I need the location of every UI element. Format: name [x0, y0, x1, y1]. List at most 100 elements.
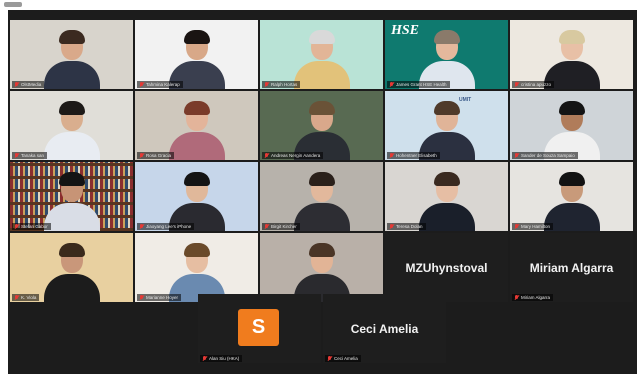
window-top-strip — [0, 0, 643, 10]
participant-name: Alan Siu (HKA) — [209, 356, 240, 361]
participant-body — [418, 203, 475, 231]
participant-tile[interactable]: Jiaoyang Lee's iPhone — [135, 162, 258, 231]
mic-muted-icon — [14, 153, 19, 158]
mic-muted-icon — [14, 295, 19, 300]
participant-body — [43, 203, 100, 231]
participant-tile[interactable]: Andreas Nergin Aandera — [260, 91, 383, 160]
participant-hair — [433, 30, 460, 44]
participant-tile[interactable]: Rosa Gracia — [135, 91, 258, 160]
participant-video-figure — [167, 29, 227, 89]
participant-hair — [183, 243, 210, 257]
participant-name: Hohentner Elisabeth — [396, 153, 437, 158]
participant-hair — [558, 101, 585, 115]
participant-video-figure — [292, 171, 352, 231]
participant-name: Teresa Dolan — [396, 224, 423, 229]
participant-display-name: MZUhynstoval — [405, 260, 488, 275]
participant-body — [43, 132, 100, 160]
participant-hair — [433, 101, 460, 115]
participant-tile[interactable]: Tanaka san — [10, 91, 133, 160]
participant-tile[interactable]: Birgit Kircher — [260, 162, 383, 231]
mic-muted-icon — [202, 356, 207, 361]
participant-video-figure — [167, 171, 227, 231]
participant-tile[interactable]: Tahmina Kalerap — [135, 20, 258, 89]
participant-name: Ceci Amelia — [334, 356, 358, 361]
participant-tile[interactable]: K. Viola — [10, 233, 133, 302]
participant-name-label: Stefan Gabor — [12, 223, 51, 230]
mic-muted-icon — [139, 153, 144, 158]
participant-name-label: Sander de Souza Sampaio — [512, 152, 578, 159]
participant-name-label: Tanaka san — [12, 152, 48, 159]
participant-name: K. Viola — [21, 295, 37, 300]
participant-tile[interactable]: cristina apuzzo — [510, 20, 633, 89]
mic-muted-icon — [264, 82, 269, 87]
participant-tile[interactable]: Marianne Hoyer — [135, 233, 258, 302]
mic-muted-icon — [514, 295, 519, 300]
participant-name: Ralph Hortas — [271, 82, 298, 87]
participant-tile[interactable]: Stefan Gabor — [10, 162, 133, 231]
participant-video-figure — [42, 242, 102, 302]
mic-muted-icon — [139, 224, 144, 229]
participant-name-label: Birgit Kircher — [262, 223, 300, 230]
participant-video-figure — [42, 29, 102, 89]
participant-body — [43, 274, 100, 302]
participant-body — [293, 203, 350, 231]
participant-tile[interactable]: Sander de Souza Sampaio — [510, 91, 633, 160]
participant-video-figure — [167, 100, 227, 160]
mic-muted-icon — [389, 224, 394, 229]
participant-name-label: Teresa Dolan — [387, 223, 426, 230]
participant-hair — [558, 172, 585, 186]
participant-video-figure — [542, 171, 602, 231]
participant-tile[interactable]: MZUhynstovalMZUhynstoval — [385, 233, 508, 302]
mic-muted-icon — [264, 153, 269, 158]
participant-hair — [308, 172, 335, 186]
participant-name: Andreas Nergin Aandera — [271, 153, 321, 158]
participant-avatar: S — [238, 309, 279, 346]
participant-name: Marianne Hoyer — [146, 295, 179, 300]
mic-muted-icon — [514, 224, 519, 229]
participant-hair — [308, 101, 335, 115]
participant-display-name: Miriam Algarra — [529, 260, 614, 275]
participant-hair — [433, 172, 460, 186]
participant-name-label: Tahmina Kalerap — [137, 81, 183, 88]
participant-hair — [183, 101, 210, 115]
participant-tile[interactable]: Ralph Hortas — [260, 20, 383, 89]
participant-tile[interactable]: HSE James Grant HSE Health — [385, 20, 508, 89]
participant-name-label: Jiaoyang Lee's iPhone — [137, 223, 195, 230]
participant-hair — [183, 30, 210, 44]
participant-hair — [308, 243, 335, 257]
participant-video-figure — [417, 171, 477, 231]
participant-body — [43, 61, 100, 89]
participant-name-label: Ralph Hortas — [262, 81, 301, 88]
mic-muted-icon — [14, 82, 19, 87]
participant-bottom-row: S Alan Siu (HKA) Ceci Amelia Ceci Amelia — [198, 294, 446, 363]
participant-body — [293, 61, 350, 89]
participant-tile[interactable]: UMIT Hohentner Elisabeth — [385, 91, 508, 160]
participant-name-label: cristina apuzzo — [512, 81, 555, 88]
participant-video-figure — [542, 29, 602, 89]
mic-muted-icon — [139, 82, 144, 87]
participant-tile[interactable]: Mary Hamilton — [510, 162, 633, 231]
participant-hair — [58, 30, 85, 44]
participant-tile[interactable]: OlstMedia — [10, 20, 133, 89]
participant-name: Tahmina Kalerap — [146, 82, 180, 87]
participant-hair — [58, 172, 85, 186]
participant-name-label: K. Viola — [12, 294, 40, 301]
participant-tile[interactable]: Ceci Amelia Ceci Amelia — [323, 294, 446, 363]
participant-name: cristina apuzzo — [521, 82, 552, 87]
hse-logo: HSE — [391, 23, 420, 38]
participant-hair — [183, 172, 210, 186]
participant-name-label: Marianne Hoyer — [137, 294, 182, 301]
participant-tile[interactable]: Jae Kanongi — [260, 233, 383, 302]
participant-name: OlstMedia — [21, 82, 42, 87]
mic-muted-icon — [389, 153, 394, 158]
mic-muted-icon — [514, 153, 519, 158]
participant-tile[interactable]: S Alan Siu (HKA) — [198, 294, 321, 363]
participant-tile[interactable]: Miriam Algarra Miriam Algarra — [510, 233, 633, 302]
participant-name: Stefan Gabor — [21, 224, 48, 229]
participant-name: Sander de Souza Sampaio — [521, 153, 575, 158]
participant-tile[interactable]: Teresa Dolan — [385, 162, 508, 231]
participant-body — [168, 132, 225, 160]
window-title-placeholder — [4, 2, 22, 7]
mic-muted-icon — [514, 82, 519, 87]
participant-video-figure — [417, 100, 477, 160]
